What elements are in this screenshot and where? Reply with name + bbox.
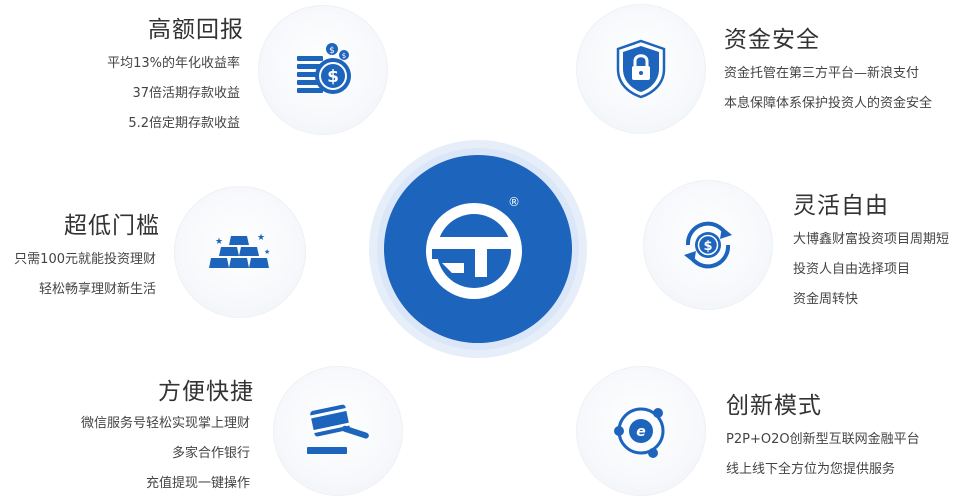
feature-circle-flexible: $ bbox=[643, 180, 773, 310]
shield-lock-icon bbox=[616, 39, 666, 99]
svg-text:$: $ bbox=[327, 67, 339, 87]
feature-title: 创新模式 bbox=[726, 393, 822, 419]
feature-circle-high-return: $ $ $ bbox=[258, 5, 388, 135]
feature-title: 灵活自由 bbox=[793, 193, 889, 219]
feature-circle-innovative: e bbox=[576, 366, 706, 496]
feature-line: 37倍活期存款收益 bbox=[132, 86, 240, 101]
feature-circle-convenient bbox=[273, 366, 403, 496]
gold-bars-icon: ★ ★ ★ bbox=[209, 233, 270, 268]
feature-line: 5.2倍定期存款收益 bbox=[128, 116, 240, 131]
feature-title: 高额回报 bbox=[148, 17, 244, 43]
svg-text:$: $ bbox=[329, 46, 335, 56]
svg-text:★: ★ bbox=[257, 233, 265, 243]
svg-text:★: ★ bbox=[264, 248, 270, 256]
svg-text:$: $ bbox=[342, 52, 346, 60]
svg-text:e: e bbox=[636, 424, 646, 440]
feature-line: 轻松畅享理财新生活 bbox=[38, 282, 156, 297]
brand-logo-icon bbox=[426, 203, 522, 299]
feature-title: 方便快捷 bbox=[158, 379, 254, 405]
feature-title: 超低门槛 bbox=[64, 213, 160, 239]
feature-line: 只需100元就能投资理财 bbox=[14, 252, 156, 267]
svg-text:$: $ bbox=[703, 239, 712, 254]
feature-line: 本息保障体系保护投资人的资金安全 bbox=[724, 96, 933, 111]
feature-line: 充值提现一键操作 bbox=[145, 476, 250, 491]
feature-line: 平均13%的年化收益率 bbox=[107, 56, 240, 71]
feature-line: 资金托管在第三方平台—新浪支付 bbox=[724, 66, 920, 81]
feature-line: P2P+O2O创新型互联网金融平台 bbox=[726, 432, 920, 447]
feature-line: 线上线下全方位为您提供服务 bbox=[726, 462, 896, 477]
feature-line: 微信服务号轻松实现掌上理财 bbox=[80, 416, 250, 431]
feature-title: 资金安全 bbox=[724, 27, 820, 53]
svg-text:★: ★ bbox=[215, 237, 223, 247]
feature-circle-low-threshold: ★ ★ ★ bbox=[174, 186, 306, 318]
network-ie-icon: e bbox=[614, 407, 665, 458]
gavel-icon bbox=[307, 404, 369, 454]
feature-line: 资金周转快 bbox=[793, 292, 859, 307]
feature-line: 大博鑫财富投资项目周期短 bbox=[793, 232, 950, 247]
center-logo: ® bbox=[384, 155, 572, 343]
cycle-dollar-icon: $ bbox=[684, 221, 732, 269]
coins-icon: $ $ $ bbox=[297, 43, 351, 94]
feature-circle-fund-security bbox=[576, 4, 706, 134]
registered-mark: ® bbox=[508, 195, 520, 209]
feature-line: 投资人自由选择项目 bbox=[793, 262, 911, 277]
feature-line: 多家合作银行 bbox=[171, 446, 250, 461]
